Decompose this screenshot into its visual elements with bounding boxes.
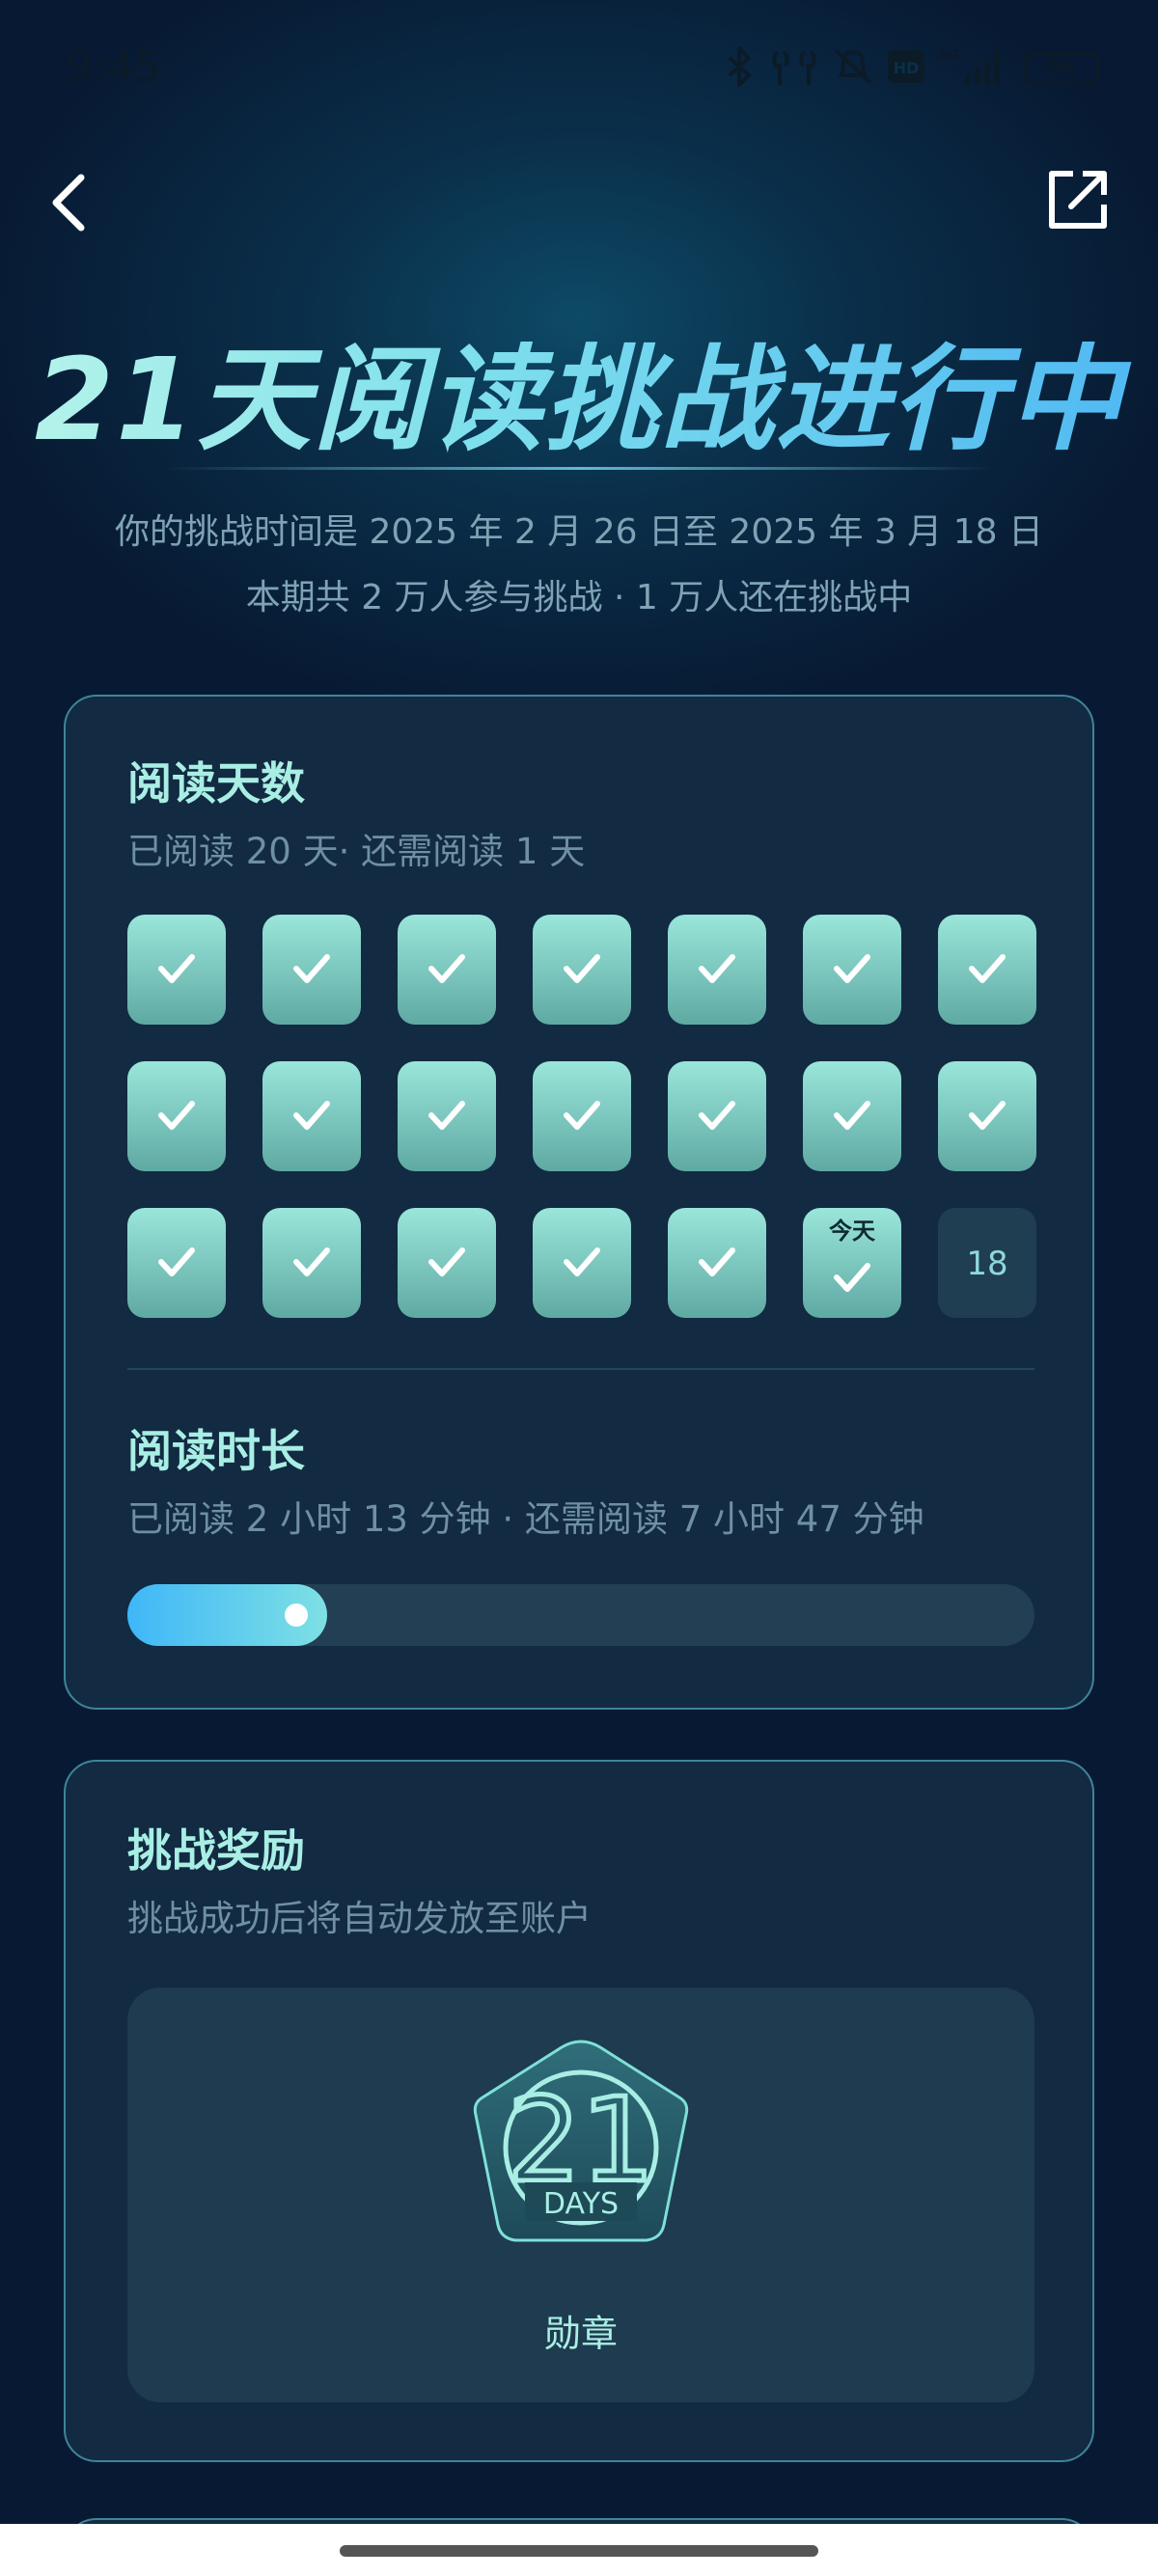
day-grid: 今天 18 <box>127 915 1036 1320</box>
day-cell-today: 今天 <box>803 1208 901 1318</box>
day-number: 18 <box>966 1245 1008 1283</box>
medal-icon: 21 DAYS <box>473 2040 689 2242</box>
progress-knob <box>285 1603 308 1627</box>
title-underline <box>164 467 994 470</box>
day-cell <box>668 1061 766 1171</box>
section-divider <box>127 1368 1034 1370</box>
day-cell <box>533 1208 631 1318</box>
check-icon <box>564 1101 600 1130</box>
battery-icon: 96 <box>1023 52 1100 85</box>
check-icon <box>293 1247 330 1276</box>
reading-time-progress-bar <box>127 1584 1034 1646</box>
check-icon <box>564 954 600 983</box>
day-cell <box>668 1208 766 1318</box>
check-icon <box>158 1247 195 1276</box>
check-icon <box>564 1247 600 1276</box>
day-cell <box>127 1061 226 1171</box>
check-icon <box>428 954 465 983</box>
check-icon <box>969 1101 1006 1130</box>
check-icon <box>699 954 735 983</box>
status-time: 9:45 <box>66 42 161 92</box>
participants-text: 本期共 2 万人参与挑战 · 1 万人还在挑战中 <box>245 578 913 617</box>
check-icon <box>834 1263 870 1292</box>
status-bar: 9:45 HD 5G 96 <box>0 0 1158 145</box>
earbuds-icon <box>770 46 818 91</box>
signal-icon: 5G <box>938 46 1009 91</box>
check-icon <box>428 1247 465 1276</box>
day-cell <box>262 1208 361 1318</box>
medal-text: DAYS <box>543 2187 619 2221</box>
reading-days-title: 阅读天数 <box>127 757 305 809</box>
day-cell <box>668 915 766 1025</box>
page-title: 21天阅读挑战进行中 <box>0 307 1158 472</box>
check-icon <box>834 954 870 983</box>
challenge-period-text: 你的挑战时间是 2025 年 2 月 26 日至 2025 年 3 月 18 日 <box>115 512 1043 552</box>
day-cell <box>398 1061 496 1171</box>
mute-icon <box>832 46 874 91</box>
reading-days-summary: 已阅读 20 天· 还需阅读 1 天 <box>127 831 586 872</box>
back-button[interactable] <box>42 164 104 241</box>
medal-label: 勋章 <box>543 2313 618 2355</box>
day-cell-pending: 18 <box>938 1208 1036 1318</box>
check-icon <box>293 954 330 983</box>
back-icon <box>52 174 85 232</box>
check-icon <box>158 954 195 983</box>
day-cell <box>398 915 496 1025</box>
day-cell <box>938 1061 1036 1171</box>
reading-time-summary: 已阅读 2 小时 13 分钟 · 还需阅读 7 小时 47 分钟 <box>127 1498 924 1540</box>
check-icon <box>699 1101 735 1130</box>
svg-text:5G: 5G <box>938 48 958 64</box>
reward-card: 挑战奖励 挑战成功后将自动发放至账户 21 DAYS 勋章 <box>64 1760 1094 2462</box>
reward-subtitle: 挑战成功后将自动发放至账户 <box>127 1898 592 1939</box>
check-icon <box>293 1101 330 1130</box>
day-cell <box>533 1061 631 1171</box>
day-cell <box>262 915 361 1025</box>
bluetooth-icon <box>724 46 757 91</box>
reward-title: 挑战奖励 <box>127 1824 305 1877</box>
day-cell <box>533 915 631 1025</box>
day-cell <box>398 1208 496 1318</box>
check-icon <box>158 1101 195 1130</box>
status-icons: HD 5G 96 <box>724 46 1100 91</box>
check-icon <box>699 1247 735 1276</box>
svg-text:HD: HD <box>894 59 920 77</box>
check-icon <box>969 954 1006 983</box>
day-cell <box>127 1208 226 1318</box>
reading-time-title: 阅读时长 <box>127 1425 305 1477</box>
day-cell <box>262 1061 361 1171</box>
share-icon <box>1049 171 1107 229</box>
today-label: 今天 <box>829 1218 875 1245</box>
day-cell <box>938 915 1036 1025</box>
reading-progress-card: 阅读天数 已阅读 20 天· 还需阅读 1 天 今天 18 阅读时长 已阅读 2 … <box>64 695 1094 1710</box>
share-button[interactable] <box>1044 166 1112 233</box>
check-icon <box>834 1101 870 1130</box>
check-icon <box>428 1101 465 1130</box>
day-cell <box>803 915 901 1025</box>
medal-box[interactable]: 21 DAYS 勋章 <box>127 1987 1034 2402</box>
home-indicator[interactable] <box>340 2545 818 2557</box>
day-cell <box>803 1061 901 1171</box>
day-cell <box>127 915 226 1025</box>
hd-icon: HD <box>888 50 924 87</box>
